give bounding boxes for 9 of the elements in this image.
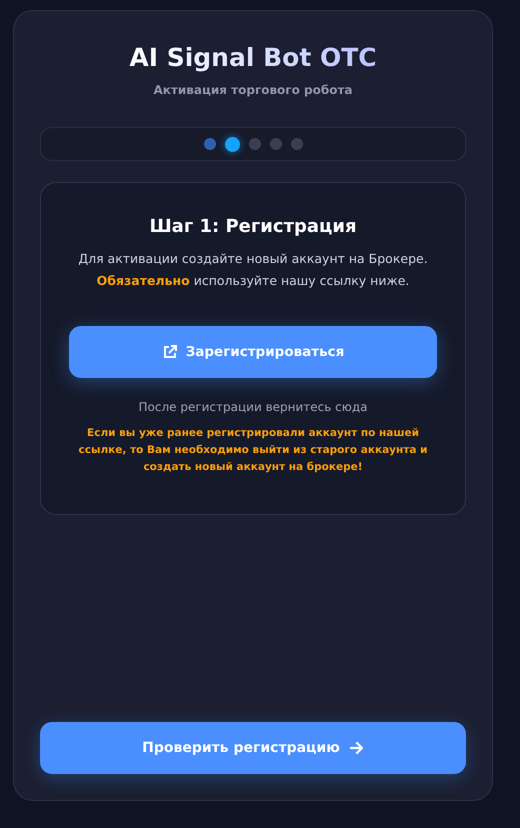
arrow-right-icon [350,741,364,755]
check-registration-button[interactable]: Проверить регистрацию [40,722,466,774]
step-title: Шаг 1: Регистрация [149,215,357,239]
hint-text: После регистрации вернитесь сюда [138,399,368,416]
warning-text: Если вы уже ранее регистрировали аккаунт по нашей ссылке, то Вам необходимо выйти из старого аккаунта и создать новый аккаунт на брокере! [78,426,428,475]
external-link-icon [162,344,178,360]
step-description: Для активации создайте новый аккаунт на Брокере. Обязательно используйте нашу ссылку ниже. [77,250,429,290]
app-subtitle: Активация торгового робота [153,82,352,99]
register-button[interactable]: Зарегистрироваться [69,326,437,378]
